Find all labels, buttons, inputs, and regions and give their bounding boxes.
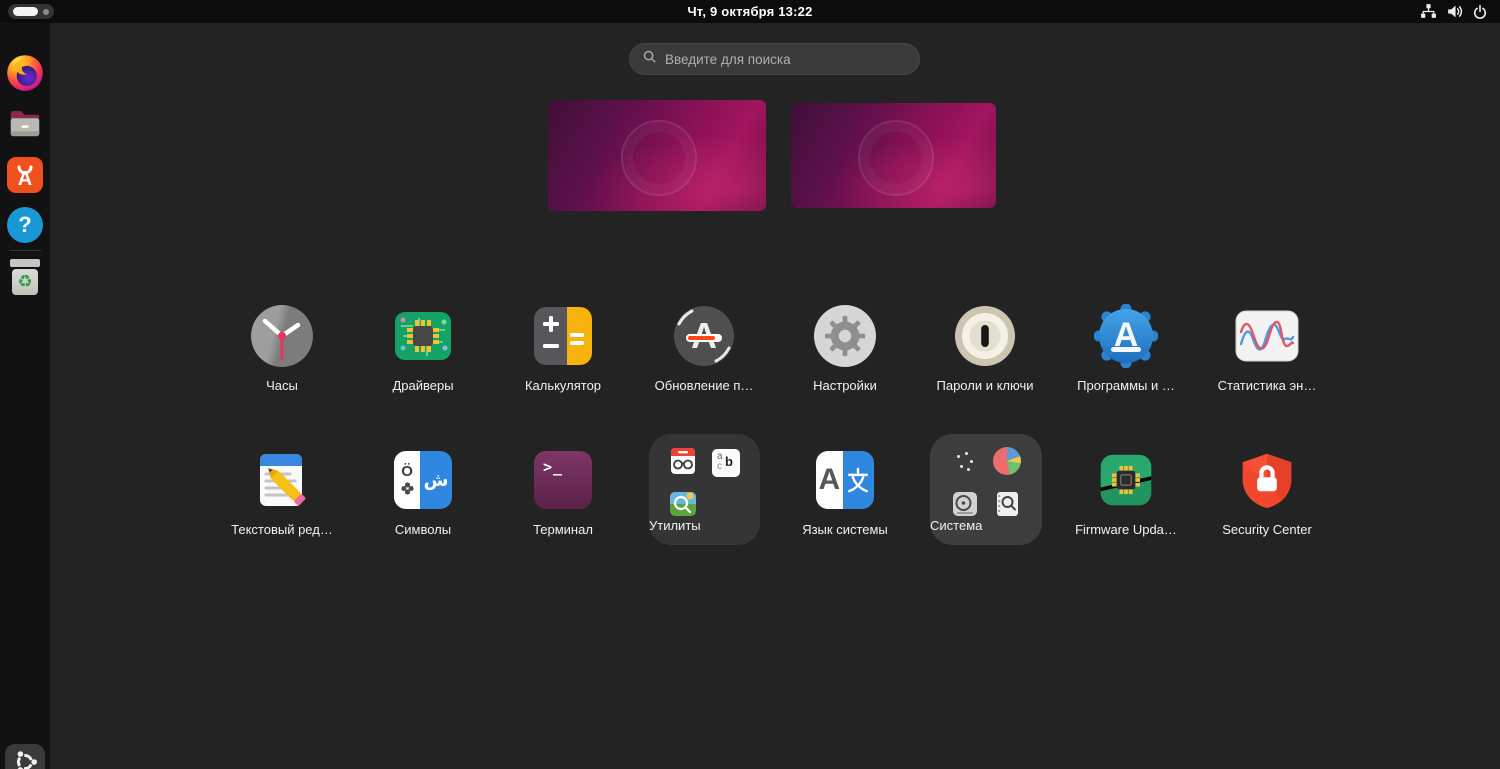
clocks-icon: [212, 304, 352, 368]
software-properties-icon: A: [1056, 304, 1196, 368]
app-label: Security Center: [1222, 522, 1312, 537]
app-label: Firmware Upda…: [1075, 522, 1177, 537]
app-power-statistics[interactable]: Статистика эн…: [1197, 304, 1337, 393]
characters-icon: Ö ش: [394, 451, 452, 509]
network-wired-icon: [1420, 3, 1437, 20]
logs-icon: [993, 490, 1021, 518]
app-folder-system[interactable]: Система: [930, 434, 1042, 545]
drivers-icon: [353, 304, 493, 368]
power-statistics-icon: [1197, 304, 1337, 368]
trash-body: ♻: [12, 269, 38, 295]
app-software-updater[interactable]: A Обновление п…: [634, 304, 774, 393]
dock: A ? ♻: [0, 23, 50, 769]
app-language-support[interactable]: A Язык системы: [775, 448, 915, 537]
app-clocks[interactable]: Часы: [212, 304, 352, 393]
language-latin-glyph: A: [818, 463, 841, 496]
app-label: Язык системы: [802, 522, 888, 537]
calculator-icon: [534, 307, 592, 365]
app-passwords-keys[interactable]: Пароли и ключи: [915, 304, 1055, 393]
active-workspace-dot: [13, 7, 39, 16]
cjk-wen-glyph: [848, 467, 869, 493]
characters-arabic-glyph: ش: [423, 469, 449, 491]
document-viewer-icon: [669, 447, 697, 475]
app-terminal[interactable]: >_ Терминал: [493, 448, 633, 537]
language-support-icon: A: [816, 451, 874, 509]
gnome-overview: Чт, 9 октября 13:22 A ? ♻ Введите для по…: [0, 0, 1500, 769]
app-label: Часы: [266, 378, 298, 393]
app-label: Обновление п…: [654, 378, 754, 393]
app-center-icon: A: [7, 157, 43, 193]
app-label: Настройки: [813, 378, 877, 393]
folder-label: Система: [930, 518, 983, 533]
search-icon: [642, 49, 657, 69]
security-center-icon: [1197, 448, 1337, 512]
app-calculator[interactable]: Калькулятор: [493, 304, 633, 393]
software-updater-icon: A: [634, 304, 774, 368]
help-icon: ?: [7, 207, 43, 243]
dock-item-firefox[interactable]: [6, 54, 44, 97]
characters-latin-glyph: Ö: [401, 463, 413, 480]
app-label: Символы: [394, 522, 452, 537]
disks-icon: [951, 490, 979, 518]
app-text-editor[interactable]: Текстовый ред…: [212, 448, 352, 537]
terminal-prompt-glyph: >_: [543, 458, 564, 476]
folder-label: Утилиты: [649, 518, 701, 533]
firmware-updater-icon: [1056, 448, 1196, 512]
fonts-icon: a c b: [712, 449, 740, 477]
firefox-icon: [6, 54, 44, 97]
trash-icon: ♻: [8, 259, 42, 295]
dock-item-trash[interactable]: ♻: [6, 258, 44, 296]
dock-item-files[interactable]: [6, 106, 44, 144]
text-editor-icon: [212, 448, 352, 512]
recycle-glyph: ♻: [17, 271, 33, 292]
help-question-glyph: ?: [18, 212, 32, 237]
search-input[interactable]: Введите для поиска: [629, 43, 920, 75]
app-label: Программы и …: [1077, 378, 1175, 393]
dock-item-help[interactable]: ?: [6, 206, 44, 244]
top-bar: Чт, 9 октября 13:22: [0, 0, 1500, 23]
trash-lid: [10, 259, 40, 267]
dock-separator: [9, 250, 41, 251]
passwords-keys-icon: [915, 304, 1055, 368]
app-folder-utilities[interactable]: a c b Утилиты: [649, 434, 760, 545]
app-drivers[interactable]: Драйверы: [353, 304, 493, 393]
settings-gear-icon: [814, 305, 876, 367]
show-apps-button[interactable]: [5, 744, 45, 769]
app-label: Текстовый ред…: [231, 522, 333, 537]
disk-usage-analyzer-icon: [993, 447, 1021, 475]
app-label: Пароли и ключи: [936, 378, 1034, 393]
workspace-thumbnail-1[interactable]: [548, 100, 766, 211]
image-viewer-icon: [669, 490, 697, 518]
app-label: Драйверы: [392, 378, 454, 393]
app-security-center[interactable]: Security Center: [1197, 448, 1337, 537]
workspace-indicator[interactable]: [8, 4, 54, 19]
inactive-workspace-dot: [43, 8, 49, 15]
system-status-area[interactable]: [1416, 0, 1492, 23]
app-settings[interactable]: Настройки: [775, 304, 915, 393]
clover-glyph: [400, 482, 414, 495]
dock-item-app-center[interactable]: A: [6, 156, 44, 194]
files-icon: [6, 104, 44, 147]
app-firmware-updater[interactable]: Firmware Upda…: [1056, 448, 1196, 537]
volume-icon: [1446, 3, 1463, 20]
power-icon: [1472, 4, 1488, 20]
workspace-thumbnail-2[interactable]: [791, 103, 996, 208]
app-label: Калькулятор: [524, 378, 602, 393]
search-placeholder: Введите для поиска: [665, 51, 791, 67]
app-label: Терминал: [533, 522, 593, 537]
app-label: Статистика эн…: [1217, 378, 1317, 393]
app-characters[interactable]: Ö ش Символы: [353, 448, 493, 537]
app-software-properties[interactable]: A Программы и …: [1056, 304, 1196, 393]
clock-date-button[interactable]: Чт, 9 октября 13:22: [687, 4, 812, 19]
terminal-icon: >_: [534, 451, 592, 509]
ubuntu-logo-icon: [10, 747, 40, 769]
